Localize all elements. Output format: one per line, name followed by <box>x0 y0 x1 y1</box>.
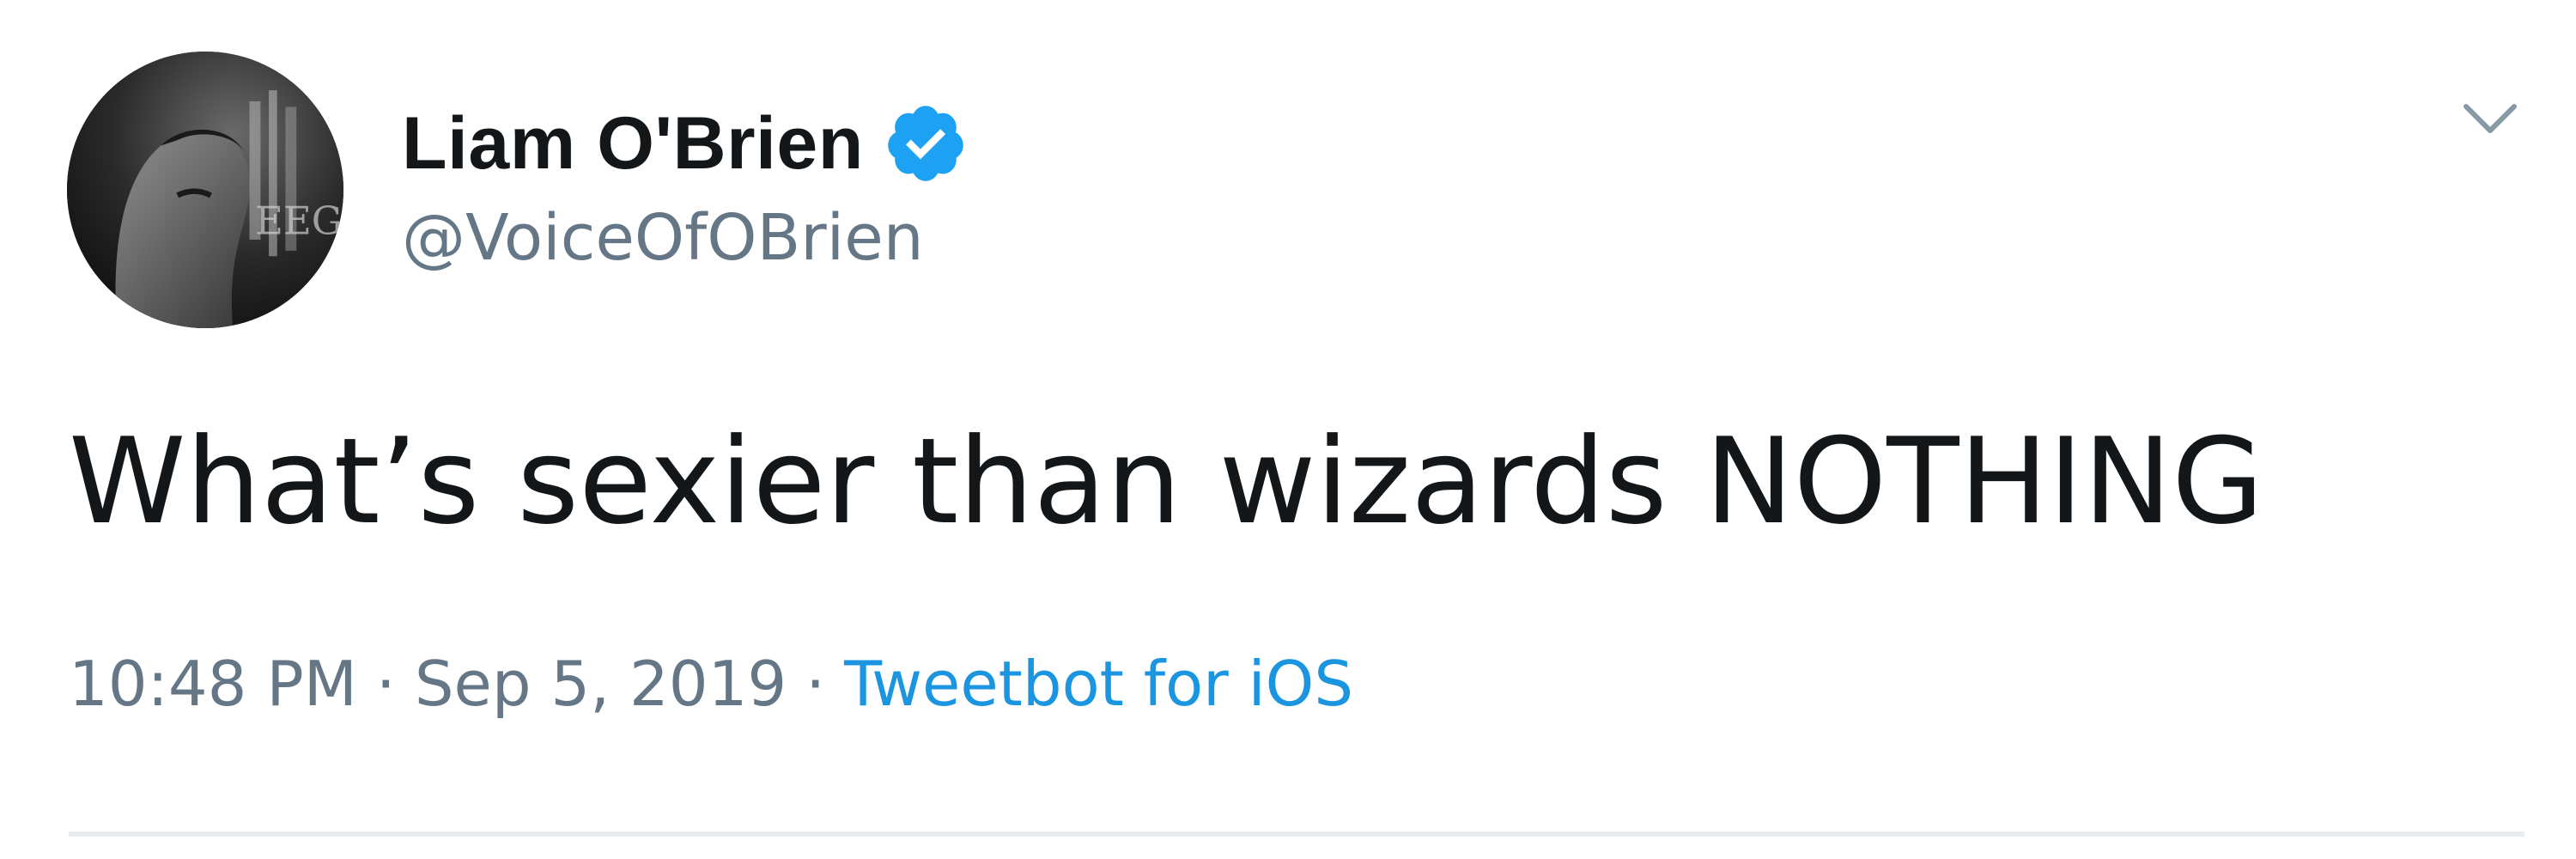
tweet-time[interactable]: 10:48 PM <box>69 653 357 715</box>
tweet-meta: 10:48 PM · Sep 5, 2019 · Tweetbot for iO… <box>69 653 1353 715</box>
verified-badge-icon <box>888 106 963 181</box>
meta-separator: · <box>375 648 396 720</box>
tweet-source-link[interactable]: Tweetbot for iOS <box>844 653 1353 715</box>
avatar[interactable]: EEG <box>67 52 343 328</box>
tweet-date[interactable]: Sep 5, 2019 <box>415 653 787 715</box>
tweet-text: What’s sexier than wizards NOTHING <box>69 412 2264 551</box>
author-name-row[interactable]: Liam O'Brien <box>402 96 969 191</box>
meta-separator: · <box>805 648 826 720</box>
avatar-photo-icon: EEG <box>67 52 343 328</box>
author-handle[interactable]: @VoiceOfOBrien <box>402 206 924 270</box>
chevron-down-icon[interactable] <box>2456 93 2524 144</box>
svg-text:EEG: EEG <box>255 198 343 244</box>
tweet-card: EEG Liam O'Brien @VoiceOfOBrien What’s s… <box>0 0 2576 859</box>
author-display-name[interactable]: Liam O'Brien <box>402 107 864 180</box>
divider <box>69 832 2524 837</box>
